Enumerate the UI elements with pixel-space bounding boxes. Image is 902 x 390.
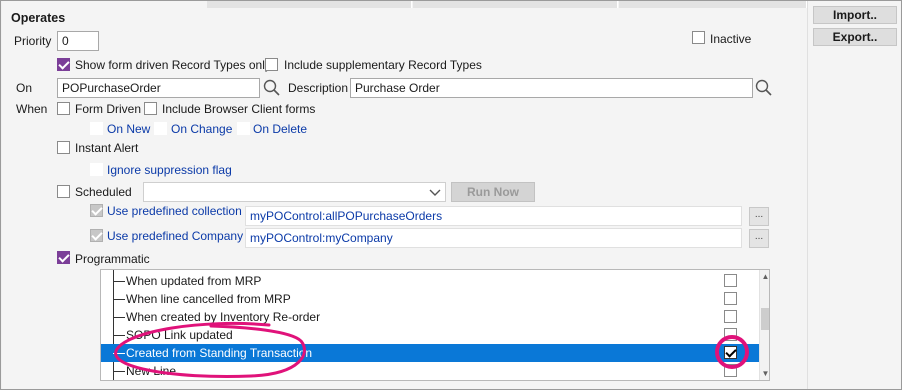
- inactive-label: Inactive: [710, 32, 752, 46]
- list-item-label: Created from Standing Transaction: [126, 346, 313, 360]
- use-company-checkbox[interactable]: [90, 229, 103, 242]
- list-item[interactable]: When line cancelled from MRP: [101, 290, 759, 308]
- tree-branch-connector: [113, 335, 125, 336]
- form-driven-label: Form Driven: [75, 102, 142, 116]
- tree-branch-connector: [113, 299, 125, 300]
- priority-input[interactable]: 0: [57, 31, 99, 51]
- description-label: Description: [288, 81, 349, 95]
- priority-label: Priority: [14, 34, 52, 48]
- list-item[interactable]: Created from Standing Transaction: [101, 344, 759, 362]
- list-item-checkbox[interactable]: [724, 274, 737, 287]
- on-delete-label: On Delete: [253, 122, 308, 136]
- export-button[interactable]: Export..: [813, 28, 897, 46]
- tree-branch-connector: [113, 281, 125, 282]
- show-form-driven-checkbox[interactable]: [57, 58, 70, 71]
- instant-alert-checkbox[interactable]: [57, 141, 70, 154]
- list-item-checkbox[interactable]: [724, 310, 737, 323]
- on-delete-checkbox[interactable]: [237, 122, 250, 135]
- company-input[interactable]: myPOControl:myCompany: [245, 228, 742, 248]
- use-collection-checkbox[interactable]: [90, 204, 103, 217]
- ignore-suppression-checkbox[interactable]: [90, 163, 103, 176]
- scheduled-checkbox[interactable]: [57, 185, 70, 198]
- ignore-suppression-label: Ignore suppression flag: [107, 163, 232, 177]
- list-item[interactable]: New Line: [101, 362, 759, 380]
- list-item-checkbox[interactable]: [724, 292, 737, 305]
- chevron-down-icon: [429, 189, 441, 196]
- import-button[interactable]: Import..: [813, 6, 897, 24]
- tab-strip-segment: [619, 1, 807, 8]
- company-browse-button[interactable]: ...: [749, 229, 769, 248]
- use-collection-label: Use predefined collection: [107, 204, 242, 218]
- tab-strip-segment: [207, 1, 412, 8]
- list-item-checkbox[interactable]: [724, 346, 737, 359]
- record-trigger-window: Operates Priority 0 Inactive Show form d…: [0, 0, 902, 390]
- list-item[interactable]: SOPO Link updated: [101, 326, 759, 344]
- collection-input[interactable]: myPOControl:allPOPurchaseOrders: [245, 206, 742, 226]
- instant-alert-label: Instant Alert: [75, 141, 139, 155]
- scroll-down-icon[interactable]: ▼: [761, 369, 769, 378]
- form-driven-checkbox[interactable]: [57, 102, 70, 115]
- list-item-checkbox[interactable]: [724, 328, 737, 341]
- list-item[interactable]: When created by Inventory Re-order: [101, 308, 759, 326]
- use-company-label: Use predefined Company: [107, 229, 244, 243]
- section-title: Operates: [11, 11, 66, 25]
- description-input[interactable]: Purchase Order: [350, 78, 753, 98]
- schedule-combo[interactable]: [143, 182, 446, 202]
- magnifier-icon[interactable]: [262, 78, 282, 98]
- scroll-thumb[interactable]: [761, 308, 769, 330]
- list-scrollbar[interactable]: ▲ ▼: [759, 270, 769, 380]
- list-item-label: When created by Inventory Re-order: [126, 310, 321, 324]
- programmatic-options-list[interactable]: When updated from MRP When line cancelled…: [100, 269, 770, 381]
- inactive-checkbox[interactable]: [692, 31, 705, 44]
- tree-branch-connector: [113, 353, 125, 354]
- include-supplementary-checkbox[interactable]: [265, 58, 278, 71]
- collection-browse-button[interactable]: ...: [749, 207, 769, 226]
- scroll-up-icon[interactable]: ▲: [761, 272, 769, 281]
- list-item-label: New Line: [126, 364, 177, 378]
- list-item-label: SOPO Link updated: [126, 328, 233, 342]
- magnifier-icon[interactable]: [754, 78, 774, 98]
- run-now-button[interactable]: Run Now: [451, 182, 535, 202]
- list-item-label: When line cancelled from MRP: [126, 292, 291, 306]
- include-browser-label: Include Browser Client forms: [162, 102, 316, 116]
- on-new-label: On New: [107, 122, 151, 136]
- tab-strip-segment: [413, 1, 618, 8]
- list-item[interactable]: When updated from MRP: [101, 272, 759, 290]
- include-browser-checkbox[interactable]: [144, 102, 157, 115]
- operates-panel: Operates Priority 0 Inactive Show form d…: [2, 1, 807, 389]
- programmatic-checkbox[interactable]: [57, 251, 70, 264]
- on-record-type-input[interactable]: POPurchaseOrder: [57, 78, 260, 98]
- on-label: On: [16, 81, 33, 95]
- programmatic-label: Programmatic: [75, 252, 150, 266]
- when-label: When: [16, 102, 48, 116]
- list-item-checkbox[interactable]: [724, 364, 737, 377]
- show-form-driven-label: Show form driven Record Types only: [75, 58, 271, 72]
- tree-branch-connector: [113, 317, 125, 318]
- list-item-label: When updated from MRP: [126, 274, 262, 288]
- scheduled-label: Scheduled: [75, 185, 132, 199]
- side-action-panel: [807, 1, 901, 389]
- include-supplementary-label: Include supplementary Record Types: [284, 58, 482, 72]
- tree-branch-connector: [113, 371, 125, 372]
- on-new-checkbox[interactable]: [90, 122, 103, 135]
- on-change-checkbox[interactable]: [154, 122, 167, 135]
- on-change-label: On Change: [171, 122, 233, 136]
